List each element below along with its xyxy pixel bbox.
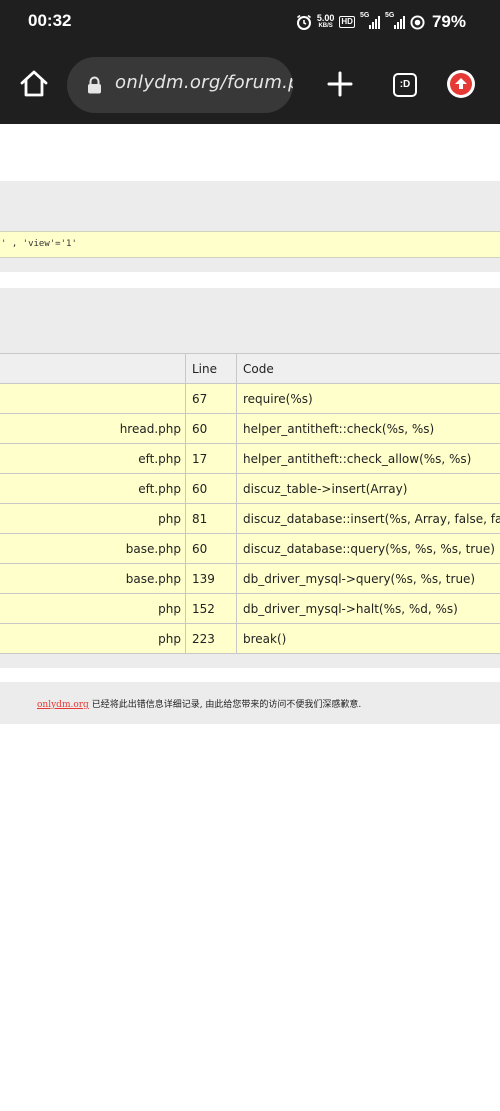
footer-message: 已经将此出错信息详细记录, 由此给您带来的访问不便我们深感歉意. — [91, 700, 362, 710]
hd-voice-badge: HD — [339, 16, 355, 28]
status-time: 00:32 — [28, 11, 72, 30]
status-bar: 00:32 5.00 KB/S HD 5G 5G 79% — [0, 0, 500, 46]
network-speed: 5.00 KB/S — [317, 14, 335, 30]
data-saver-icon — [410, 14, 425, 30]
column-header-code: Code — [236, 353, 500, 384]
signal-icon-sim2: 5G — [384, 12, 405, 29]
file-cell: php — [0, 503, 186, 534]
line-cell: 60 — [185, 473, 237, 504]
line-cell: 17 — [185, 443, 237, 474]
table-header-row: Line Code — [0, 353, 500, 384]
footer-notice-panel: onlydm.org 已经将此出错信息详细记录, 由此给您带来的访问不便我们深感… — [0, 682, 500, 724]
alarm-icon — [296, 14, 311, 30]
file-cell: php — [0, 593, 186, 624]
file-cell: eft.php — [0, 473, 186, 504]
code-cell: break() — [236, 623, 500, 654]
file-cell: php — [0, 623, 186, 654]
line-cell: 60 — [185, 533, 237, 564]
site-link[interactable]: onlydm.org — [37, 700, 89, 710]
table-row: 67 require(%s) — [0, 383, 500, 414]
line-cell: 81 — [185, 503, 237, 534]
code-cell: require(%s) — [236, 383, 500, 414]
code-cell: db_driver_mysql->halt(%s, %d, %s) — [236, 593, 500, 624]
code-cell: discuz_table->insert(Array) — [236, 473, 500, 504]
line-cell: 67 — [185, 383, 237, 414]
table-row: php 81 discuz_database::insert(%s, Array… — [0, 503, 500, 534]
table-row: eft.php 17 helper_antitheft::check_allow… — [0, 443, 500, 474]
footer-notice: onlydm.org 已经将此出错信息详细记录, 由此给您带来的访问不便我们深感… — [37, 697, 361, 710]
tab-switcher-label: :D — [399, 79, 411, 90]
code-cell: helper_antitheft::check(%s, %s) — [236, 413, 500, 444]
code-cell: helper_antitheft::check_allow(%s, %s) — [236, 443, 500, 474]
sql-error-box: ' , 'view'='1' — [0, 231, 500, 258]
file-cell — [0, 383, 186, 414]
network-speed-unit: KB/S — [318, 23, 333, 29]
lock-icon[interactable] — [87, 76, 102, 94]
line-cell: 223 — [185, 623, 237, 654]
sim1-network-tag: 5G — [359, 12, 370, 19]
file-cell: hread.php — [0, 413, 186, 444]
line-cell: 60 — [185, 413, 237, 444]
column-header-file — [0, 353, 186, 384]
tab-switcher-button[interactable]: :D — [393, 73, 417, 97]
network-speed-value: 5.00 — [316, 13, 335, 23]
browser-toolbar: onlydm.org/forum.p :D — [0, 46, 500, 124]
code-cell: db_driver_mysql->query(%s, %s, true) — [236, 563, 500, 594]
status-icons: 5.00 KB/S HD 5G 5G 79% — [296, 11, 466, 33]
line-cell: 152 — [185, 593, 237, 624]
file-cell: eft.php — [0, 443, 186, 474]
page-content: ' , 'view'='1' Line Code 67 require(%s) … — [0, 124, 500, 1111]
table-row: eft.php 60 discuz_table->insert(Array) — [0, 473, 500, 504]
table-row: base.php 60 discuz_database::query(%s, %… — [0, 533, 500, 564]
home-icon[interactable] — [18, 68, 50, 100]
new-tab-plus-icon[interactable] — [324, 68, 356, 100]
table-row: hread.php 60 helper_antitheft::check(%s,… — [0, 413, 500, 444]
address-bar[interactable]: onlydm.org/forum.p — [67, 57, 293, 113]
code-cell: discuz_database::insert(%s, Array, false… — [236, 503, 500, 534]
line-cell: 139 — [185, 563, 237, 594]
file-cell: base.php — [0, 533, 186, 564]
file-cell: base.php — [0, 563, 186, 594]
battery-level: 79% — [431, 12, 466, 31]
sim2-network-tag: 5G — [384, 12, 395, 19]
table-row: php 152 db_driver_mysql->halt(%s, %d, %s… — [0, 593, 500, 624]
sql-fragment: ' , 'view'='1' — [1, 239, 77, 249]
url-text[interactable]: onlydm.org/forum.p — [115, 72, 293, 93]
table-row: base.php 139 db_driver_mysql->query(%s, … — [0, 563, 500, 594]
arrow-up-icon — [455, 78, 467, 89]
error-info-panel — [0, 181, 500, 272]
update-badge — [450, 73, 472, 95]
backtrace-table: Line Code 67 require(%s) hread.php 60 he… — [0, 353, 500, 654]
table-row: php 223 break() — [0, 623, 500, 654]
code-cell: discuz_database::query(%s, %s, %s, true) — [236, 533, 500, 564]
column-header-line: Line — [185, 353, 237, 384]
signal-icon-sim1: 5G — [359, 12, 380, 29]
menu-button[interactable] — [447, 70, 475, 98]
